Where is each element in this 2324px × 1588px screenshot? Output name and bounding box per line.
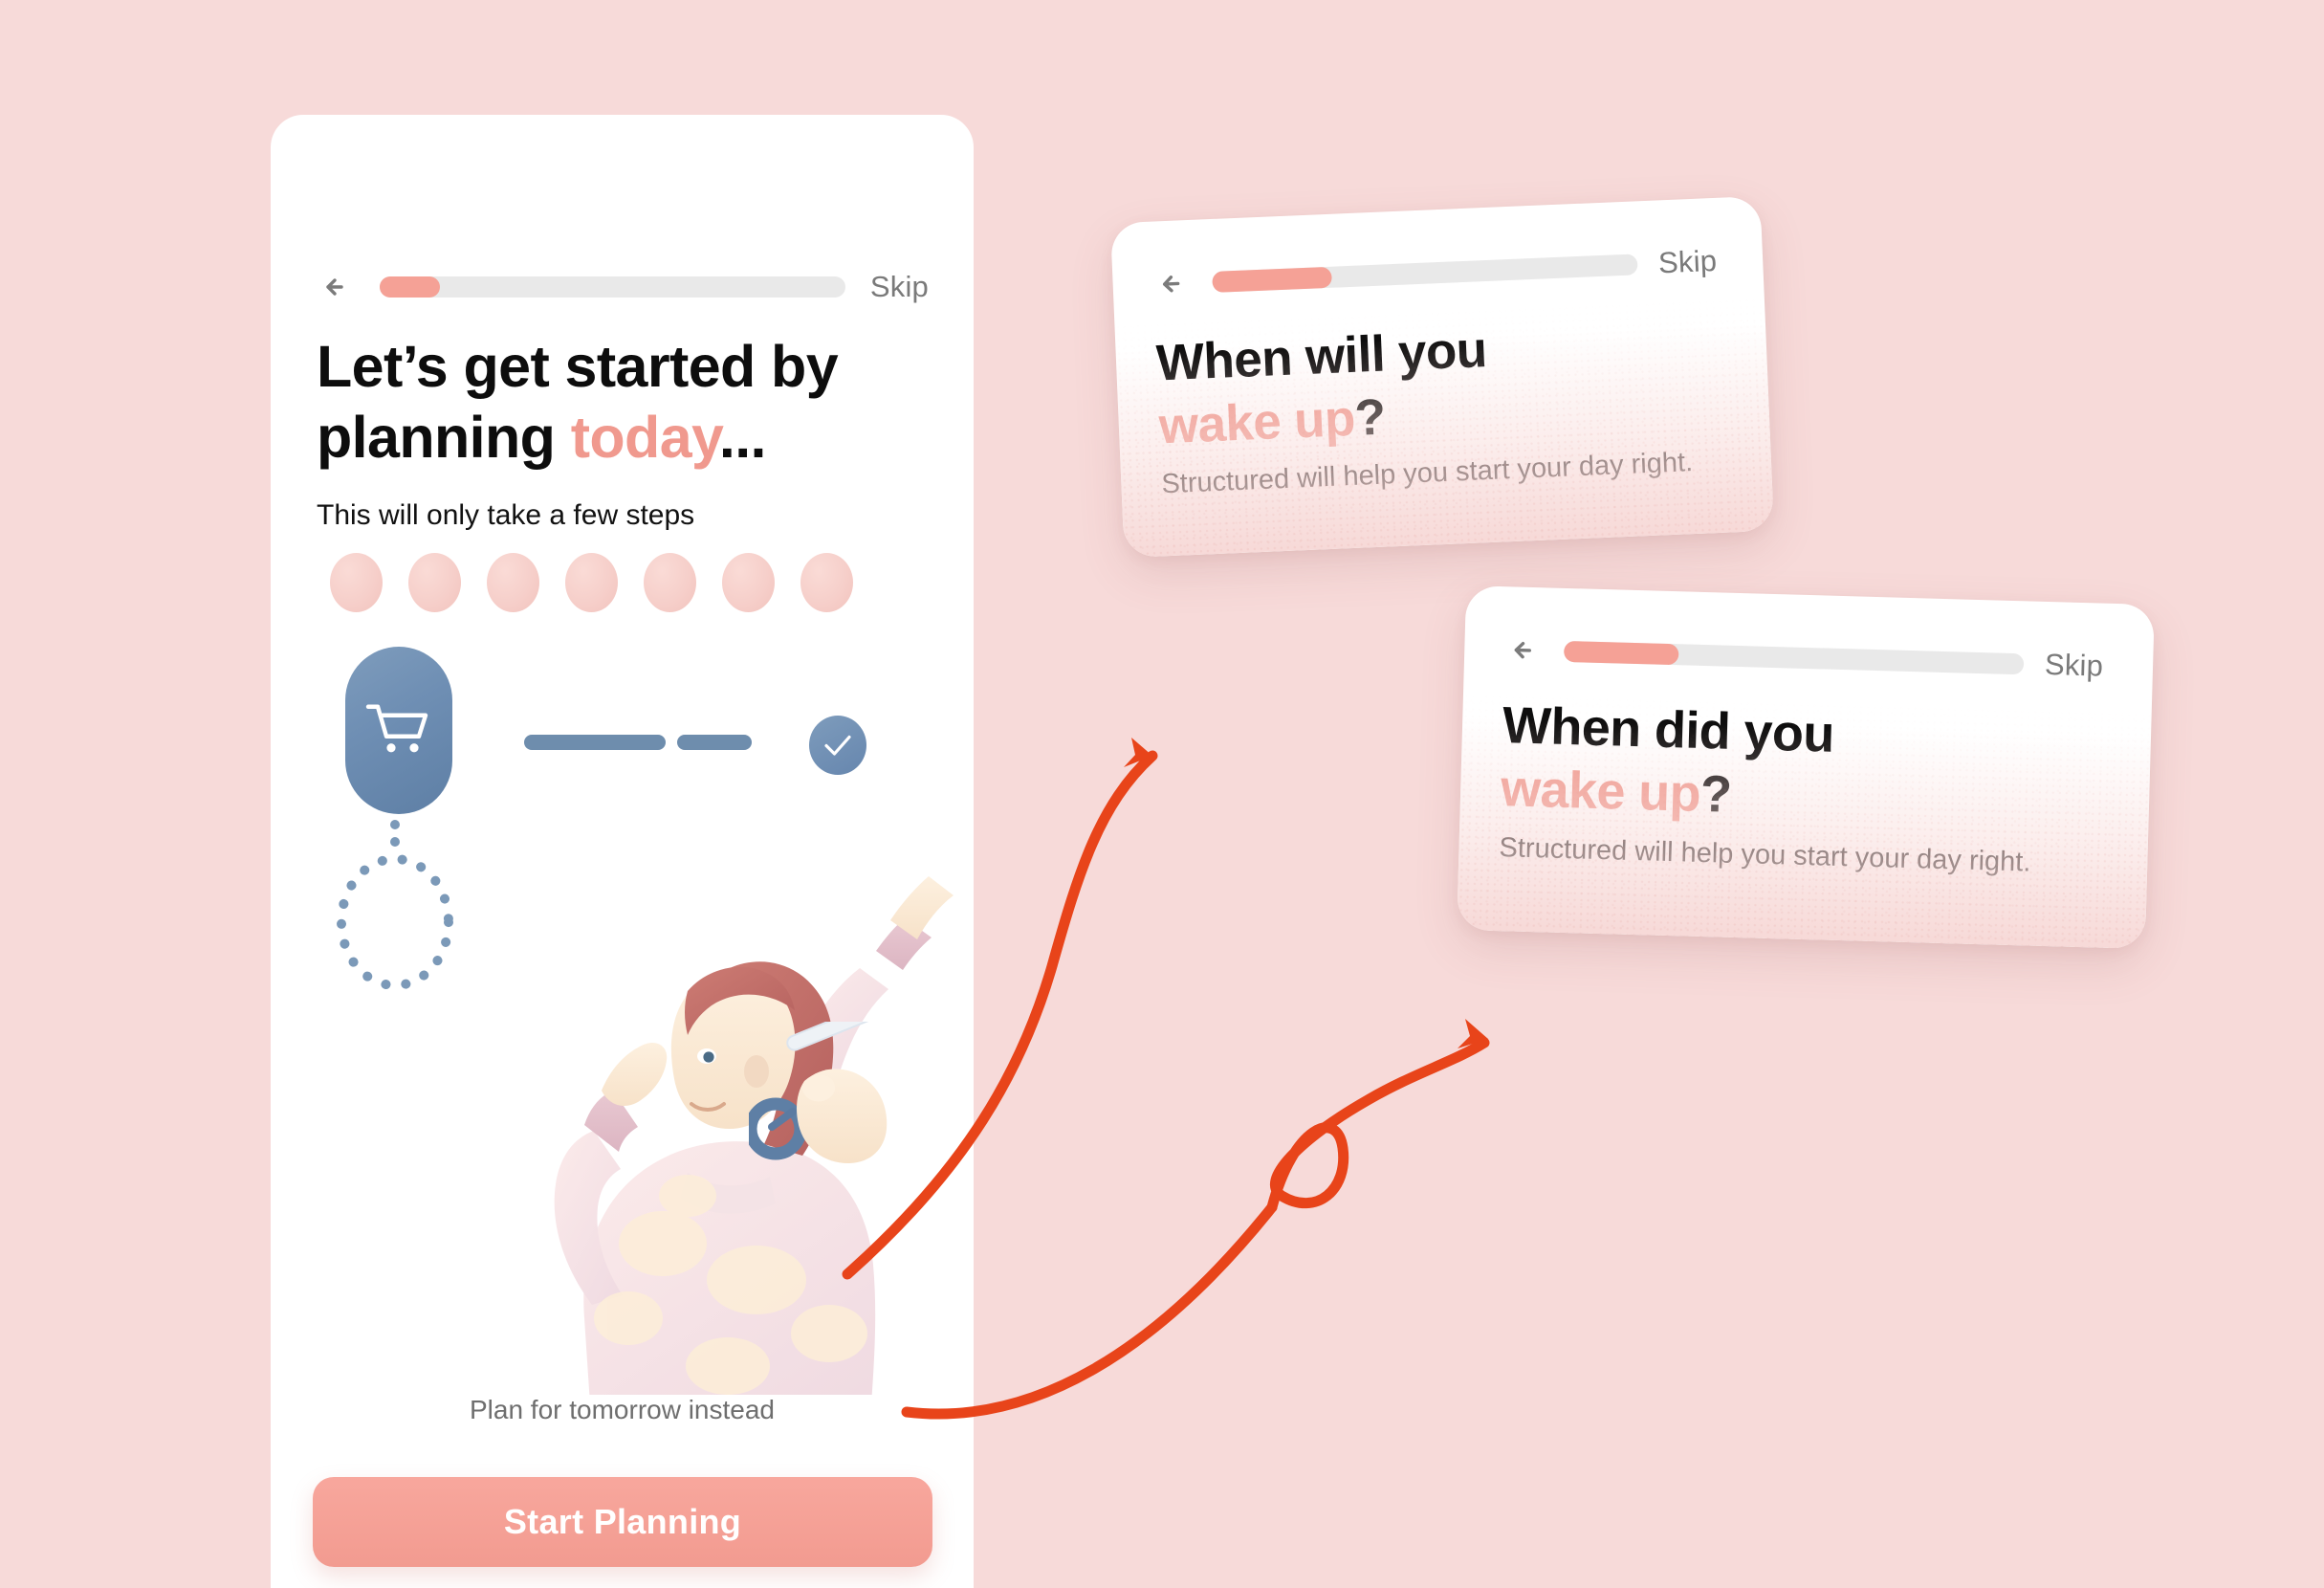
pink-dot bbox=[408, 553, 461, 612]
onboarding-progress-bar bbox=[1563, 640, 2025, 675]
onboarding-main-screen: Skip Let’s get started by planning today… bbox=[271, 115, 974, 1588]
onboarding-progress-bar bbox=[1212, 254, 1638, 293]
hand-with-stylus bbox=[749, 1022, 894, 1163]
skip-button[interactable]: Skip bbox=[1657, 244, 1718, 281]
headline-text-plain: When did you bbox=[1502, 696, 1835, 763]
onboarding-progress-bar bbox=[380, 276, 845, 298]
pink-dot bbox=[330, 553, 383, 612]
pink-dot bbox=[800, 553, 853, 612]
progress-dash-2 bbox=[677, 735, 752, 750]
progress-fill bbox=[1563, 640, 1679, 666]
card-when-did-you: Skip When did you wake up? Structured wil… bbox=[1457, 585, 2155, 949]
canvas: Skip Let’s get started by planning today… bbox=[0, 0, 2324, 1588]
progress-dash-1 bbox=[524, 735, 666, 750]
arrow-loop-segment bbox=[1266, 1037, 1490, 1213]
card2-headline: When will you wake up? bbox=[1155, 308, 1734, 458]
pink-dot bbox=[722, 553, 775, 612]
back-arrow-icon[interactable] bbox=[1152, 264, 1193, 304]
arrowhead-2 bbox=[1458, 1019, 1488, 1048]
pink-dot bbox=[565, 553, 618, 612]
main-subtitle: This will only take a few steps bbox=[317, 499, 695, 531]
progress-fill bbox=[380, 276, 441, 298]
headline-text-accent: wake up bbox=[1157, 389, 1356, 455]
back-arrow-icon[interactable] bbox=[1504, 630, 1544, 670]
check-icon bbox=[824, 735, 851, 756]
headline-text-accent: wake up bbox=[1500, 760, 1701, 823]
pink-dot bbox=[644, 553, 696, 612]
skip-button[interactable]: Skip bbox=[2044, 648, 2104, 684]
headline-text-qmark: ? bbox=[1699, 764, 1733, 824]
card-when-will-you: Skip When will you wake up? Structured wi… bbox=[1109, 195, 1775, 559]
shopping-cart-pill bbox=[345, 647, 452, 814]
card3-body-text: Structured will help you start your day … bbox=[1499, 832, 2031, 878]
progress-fill bbox=[1212, 266, 1332, 293]
start-planning-button[interactable]: Start Planning bbox=[313, 1477, 932, 1567]
pink-dots-row bbox=[330, 553, 923, 620]
pink-dot bbox=[487, 553, 539, 612]
main-headline: Let’s get started by planning today... bbox=[317, 331, 929, 473]
arrowhead-1 bbox=[1124, 738, 1152, 767]
card2-top-bar: Skip bbox=[1152, 242, 1718, 304]
skip-button[interactable]: Skip bbox=[870, 270, 929, 304]
headline-text-ellipsis: ... bbox=[718, 405, 767, 470]
headline-text-accent: today bbox=[570, 405, 720, 470]
onboarding-illustration bbox=[271, 553, 974, 1395]
headline-text-qmark: ? bbox=[1353, 388, 1387, 447]
headline-text-plain: When will you bbox=[1154, 321, 1488, 392]
back-arrow-icon[interactable] bbox=[317, 268, 355, 306]
main-top-bar: Skip bbox=[317, 268, 929, 306]
stylus-pen-icon bbox=[786, 1022, 894, 1051]
plan-tomorrow-link[interactable]: Plan for tomorrow instead bbox=[271, 1395, 974, 1425]
card3-headline: When did you wake up? bbox=[1500, 694, 2115, 837]
card3-top-bar: Skip bbox=[1504, 630, 2104, 685]
shopping-cart-icon bbox=[365, 704, 428, 752]
check-badge bbox=[809, 716, 866, 775]
